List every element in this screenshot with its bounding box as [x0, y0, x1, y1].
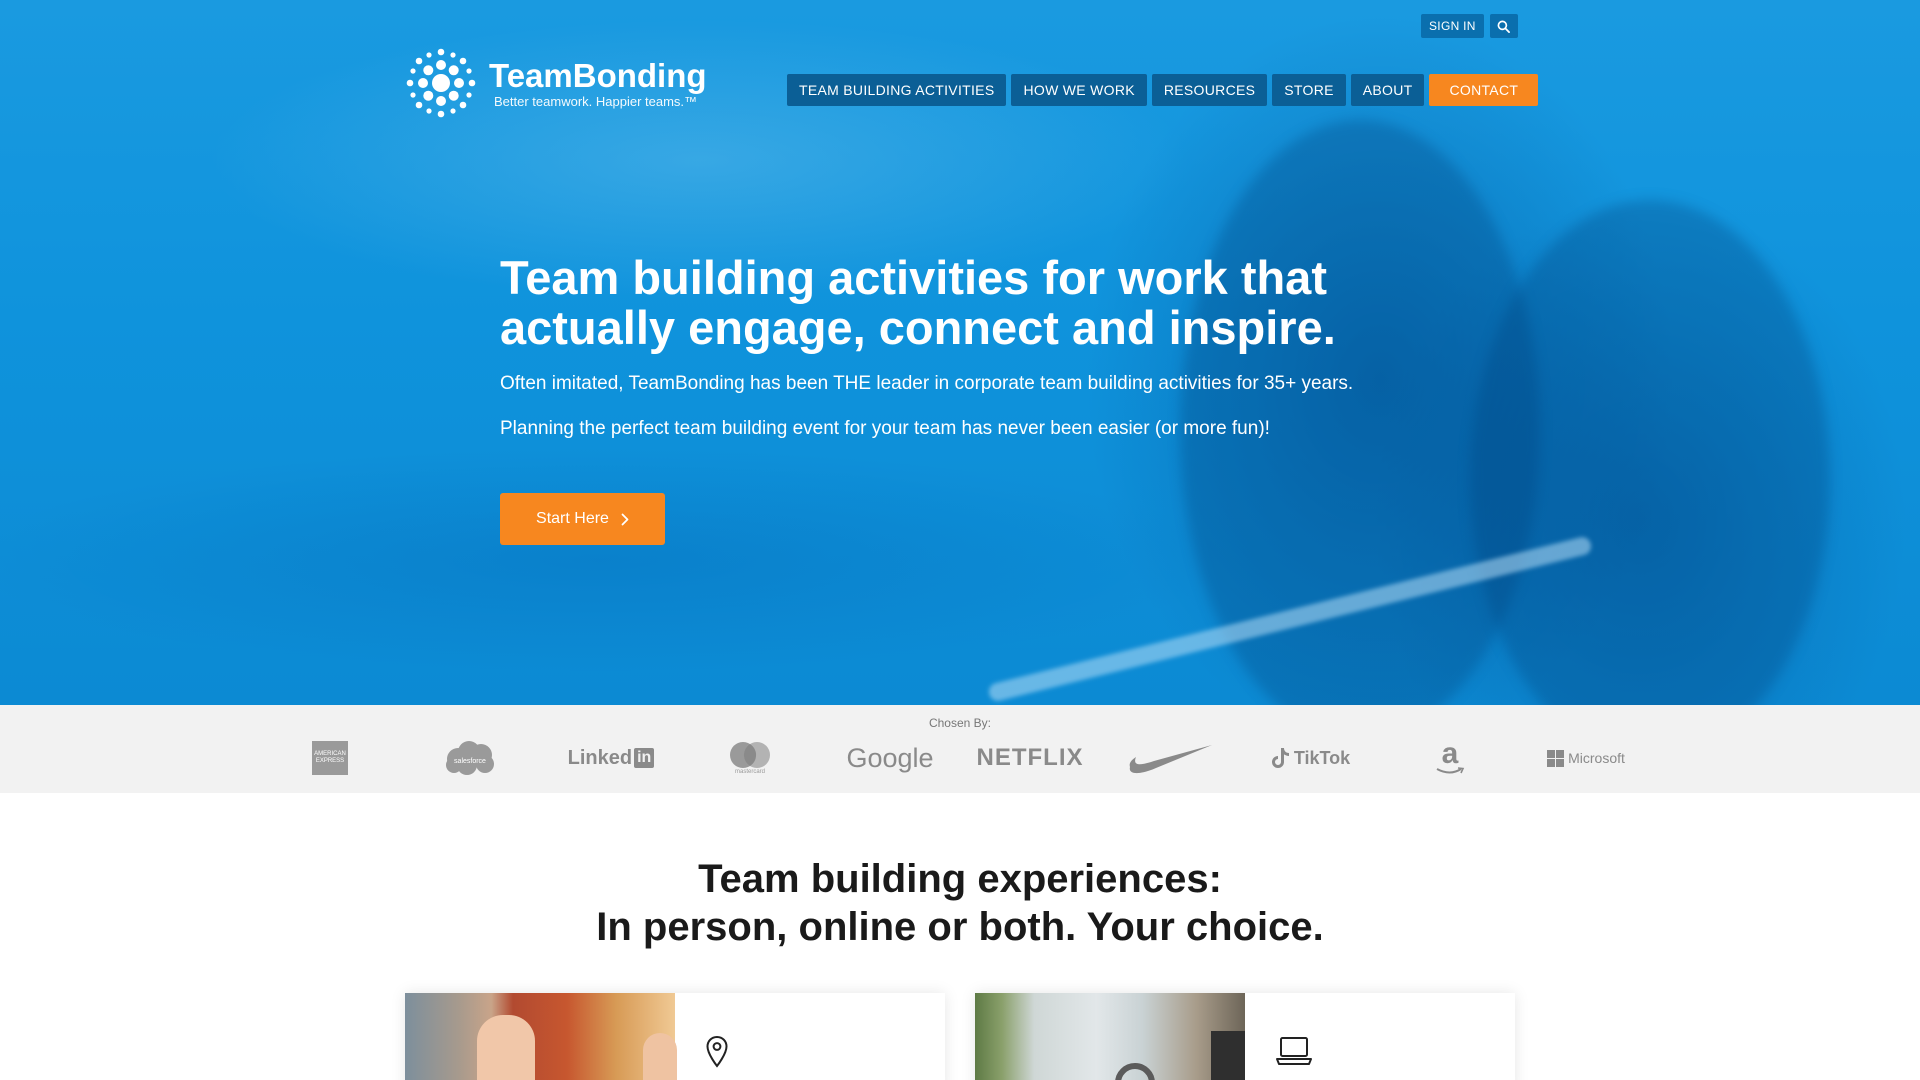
raised-fist-shape — [477, 1015, 535, 1080]
hero-title: Team building activities for work that a… — [500, 251, 1336, 354]
clients-strip: Chosen By: AMERICAN EXPRESS salesforce L… — [0, 705, 1920, 793]
card-image-online — [975, 993, 1245, 1080]
client-logo-netflix: NETFLIX — [976, 744, 1084, 771]
logo-tagline: Better teamwork. Happier teams.™ — [494, 93, 698, 109]
chosen-by-label: Chosen By: — [928, 716, 992, 730]
client-logo-tiktok: TikTok — [1264, 735, 1356, 781]
client-logo-microsoft: Microsoft — [1544, 735, 1628, 781]
mastercard-circles-icon — [730, 742, 770, 768]
microsoft-squares-icon — [1547, 749, 1565, 767]
nav-team-building-activities[interactable]: TEAM BUILDING ACTIVITIES — [787, 74, 1007, 106]
salesforce-cloud-icon: salesforce — [446, 741, 494, 775]
mastercard-text: mastercard — [734, 769, 765, 775]
start-here-button[interactable]: Start Here — [500, 493, 665, 545]
experience-card-in-person[interactable] — [405, 993, 945, 1080]
nav-store[interactable]: STORE — [1272, 74, 1346, 106]
client-logo-linkedin: Linked in — [566, 735, 656, 781]
nike-swoosh-icon — [1129, 745, 1212, 774]
brand-logo[interactable]: TeamBonding Better teamwork. Happier tea… — [405, 47, 707, 119]
microsoft-text: Microsoft — [1568, 750, 1625, 766]
linkedin-in-badge: in — [634, 748, 655, 768]
raised-fist-shape-2 — [643, 1033, 677, 1080]
experiences-title-line-1: Team building experiences: — [698, 857, 1222, 901]
card-image-in-person — [405, 993, 677, 1080]
tiktok-text: TikTok — [1293, 747, 1351, 768]
laptop-icon — [1276, 1037, 1312, 1065]
logo-name: TeamBonding — [489, 56, 707, 94]
start-here-label: Start Here — [536, 510, 609, 527]
client-logo-amazon: a — [1426, 735, 1474, 781]
amazon-smile-icon — [1436, 767, 1465, 774]
logo-burst-icon — [406, 48, 476, 118]
hero-section: SIGN IN TeamBonding Better teamwork. Hap… — [0, 0, 1920, 705]
search-button[interactable] — [1489, 14, 1518, 38]
client-logo-nike — [1124, 735, 1216, 781]
monitor-edge-shape — [1211, 1031, 1245, 1080]
search-icon — [1497, 20, 1511, 33]
chevron-right-icon — [621, 513, 629, 525]
logo-text: TeamBonding Better teamwork. Happier tea… — [489, 56, 707, 109]
hero-paragraph-1: Often imitated, TeamBonding has been THE… — [500, 373, 1354, 394]
sign-in-link[interactable]: SIGN IN — [1421, 14, 1484, 38]
salesforce-text: salesforce — [454, 758, 486, 765]
hero-background-person-2 — [1470, 200, 1830, 705]
tiktok-note-icon — [1271, 748, 1289, 768]
client-logo-salesforce: salesforce — [442, 735, 498, 781]
client-logo-google: Google — [846, 742, 934, 773]
nav-resources[interactable]: RESOURCES — [1151, 74, 1268, 106]
nav-how-we-work[interactable]: HOW WE WORK — [1011, 74, 1147, 106]
hero-paragraph-2: Planning the perfect team building event… — [500, 418, 1270, 439]
linkedin-word: Linked — [567, 746, 633, 769]
headphones-shape — [1115, 1063, 1155, 1080]
utility-bar: SIGN IN — [1421, 14, 1518, 38]
map-pin-icon — [706, 1035, 728, 1068]
client-logo-american-express: AMERICAN EXPRESS — [311, 735, 349, 781]
nav-contact-button[interactable]: CONTACT — [1429, 74, 1539, 106]
experiences-title-line-2: In person, online or both. Your choice. — [596, 905, 1324, 949]
experiences-title: Team building experiences: In person, on… — [0, 855, 1920, 951]
amex-badge: AMERICAN EXPRESS — [312, 741, 348, 775]
main-nav: TEAM BUILDING ACTIVITIES HOW WE WORK RES… — [787, 74, 1539, 106]
amazon-a: a — [1441, 737, 1459, 770]
experience-card-online[interactable] — [975, 993, 1515, 1080]
client-logo-mastercard: mastercard — [726, 735, 774, 781]
nav-about[interactable]: ABOUT — [1350, 74, 1425, 106]
